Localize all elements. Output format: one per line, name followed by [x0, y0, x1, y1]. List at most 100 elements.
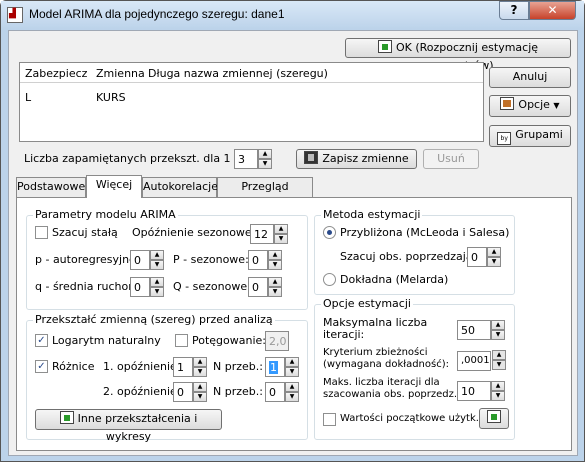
tab-basic[interactable]: Podstawowe	[16, 177, 86, 197]
max-iter-prior-value: 10	[461, 385, 475, 398]
spin-up-icon[interactable]: ▲	[150, 277, 164, 287]
help-button[interactable]: ?	[499, 1, 529, 20]
save-variables-label: Zapisz zmienne	[322, 152, 409, 165]
spin-up-icon[interactable]: ▲	[285, 357, 299, 367]
exact-method-radio[interactable]	[323, 273, 336, 286]
saved-count-spinner[interactable]: 3 ▲ ▼	[234, 149, 272, 169]
other-transforms-button[interactable]: Inne przekształcenia i wykresy	[35, 409, 222, 443]
tab-autocorrelations[interactable]: Autokorelacje	[142, 177, 218, 197]
spin-up-icon[interactable]: ▲	[492, 350, 506, 360]
spin-up-icon[interactable]: ▲	[491, 320, 505, 330]
spin-down-icon[interactable]: ▼	[268, 287, 282, 297]
spin-up-icon[interactable]: ▲	[285, 382, 299, 392]
q-spinner[interactable]: 0 ▲ ▼	[130, 277, 164, 297]
lag1-spinner[interactable]: 1 ▲ ▼	[173, 357, 207, 377]
spin-up-icon[interactable]: ▲	[491, 381, 505, 391]
n2-label: N przeb.:	[213, 385, 263, 398]
exact-method-label: Dokładna (Melarda)	[340, 273, 449, 286]
options-button[interactable]: Opcje ▼	[489, 95, 571, 117]
spin-up-icon[interactable]: ▲	[274, 224, 288, 234]
spin-up-icon[interactable]: ▲	[268, 277, 282, 287]
seasonal-lag-value: 12	[254, 228, 268, 241]
user-init-label: Wartości początkowe użytk.	[340, 413, 479, 424]
spin-up-icon[interactable]: ▲	[268, 250, 282, 260]
seasonal-P-spinner[interactable]: 0 ▲ ▼	[248, 250, 282, 270]
max-iter-value: 50	[461, 324, 475, 337]
cancel-button[interactable]: Anuluj	[489, 67, 571, 88]
diff-checkbox[interactable]: ✓	[35, 360, 48, 373]
tab-more[interactable]: Więcej	[86, 175, 142, 198]
col-long-name[interactable]: Długa nazwa zmiennej (szeregu)	[148, 67, 328, 80]
p-spinner[interactable]: 0 ▲ ▼	[130, 250, 164, 270]
groups-button[interactable]: by Grupami	[489, 125, 571, 147]
spin-down-icon[interactable]: ▼	[268, 260, 282, 270]
spin-down-icon[interactable]: ▼	[150, 287, 164, 297]
spin-down-icon[interactable]: ▼	[193, 367, 207, 377]
spin-down-icon[interactable]: ▼	[492, 360, 506, 370]
spin-down-icon[interactable]: ▼	[150, 260, 164, 270]
col-variable[interactable]: Zmienna	[96, 67, 145, 80]
spin-up-icon[interactable]: ▲	[193, 382, 207, 392]
saved-count-label: Liczba zapamiętanych przekszt. dla 1 zmn…	[24, 152, 265, 165]
max-iter-spinner[interactable]: 50 ▲ ▼	[457, 320, 505, 340]
spin-up-icon[interactable]: ▲	[258, 149, 272, 159]
seasonal-lag-spinner[interactable]: 12 ▲ ▼	[250, 224, 288, 244]
seasonal-P-value: 0	[252, 254, 259, 267]
power-spinner[interactable]: 2,0	[265, 331, 289, 351]
tab-series-review[interactable]: Przegląd szeregu	[217, 177, 313, 211]
convergence-label: Kryterium zbieżności (wymagana dokładnoś…	[323, 347, 449, 370]
title-bar[interactable]: ▟ Model ARIMA dla pojedynczego szeregu: …	[1, 1, 584, 29]
saved-count-value: 3	[238, 153, 245, 166]
convergence-spinner[interactable]: ,00010	[457, 351, 491, 371]
spin-down-icon[interactable]: ▼	[193, 392, 207, 402]
variable-list[interactable]: Zabezpiecz Zmienna Długa nazwa zmiennej …	[19, 62, 484, 142]
ok-button[interactable]: OK (Rozpocznij estymację parametrów)	[345, 38, 571, 72]
prior-obs-spinner[interactable]: 0 ▲ ▼	[467, 247, 501, 267]
run-icon	[59, 411, 74, 424]
spin-up-icon[interactable]: ▲	[487, 247, 501, 257]
seasonal-Q-spinner[interactable]: 0 ▲ ▼	[248, 277, 282, 297]
n2-spinner[interactable]: 0 ▲ ▼	[265, 382, 299, 402]
spin-down-icon[interactable]: ▼	[258, 159, 272, 169]
row-lock: L	[25, 91, 32, 104]
seasonal-P-label: P - sezonowe:	[173, 253, 249, 266]
estimate-constant-label: Szacuj stałą	[52, 226, 118, 239]
spin-down-icon[interactable]: ▼	[274, 234, 288, 244]
col-lock[interactable]: Zabezpiecz	[25, 67, 87, 80]
close-button[interactable]: ✕	[529, 1, 576, 20]
spin-down-icon[interactable]: ▼	[285, 392, 299, 402]
log-label: Logarytm naturalny	[52, 334, 161, 347]
lag1-label: 1. opóźnienie:	[103, 360, 181, 373]
convergence-arrows: ▲ ▼	[492, 350, 506, 370]
dialog-client: OK (Rozpocznij estymację parametrów) Anu…	[8, 30, 578, 456]
window-title: Model ARIMA dla pojedynczego szeregu: da…	[29, 7, 285, 21]
log-checkbox[interactable]: ✓	[35, 334, 48, 347]
spin-down-icon[interactable]: ▼	[491, 391, 505, 401]
lag2-spinner[interactable]: 0 ▲ ▼	[173, 382, 207, 402]
spin-down-icon[interactable]: ▼	[285, 367, 299, 377]
estimation-options-title: Opcje estymacji	[321, 297, 413, 310]
spin-down-icon[interactable]: ▼	[491, 330, 505, 340]
options-label: Opcje	[518, 98, 550, 111]
delete-button[interactable]: Usuń	[423, 149, 479, 169]
estimate-constant-checkbox[interactable]	[35, 226, 48, 239]
approx-method-radio[interactable]	[323, 226, 336, 239]
spin-down-icon[interactable]: ▼	[487, 257, 501, 267]
spin-up-icon[interactable]: ▲	[193, 357, 207, 367]
run-icon	[487, 410, 501, 423]
user-init-checkbox[interactable]	[323, 413, 336, 426]
spin-up-icon[interactable]: ▲	[150, 250, 164, 260]
diff-label: Różnice	[52, 360, 95, 373]
n1-spinner[interactable]: 1 ▲ ▼	[265, 357, 299, 377]
power-value: 2,0	[269, 335, 287, 348]
estimation-method-title: Metoda estymacji	[321, 208, 423, 221]
seasonal-Q-value: 0	[252, 281, 259, 294]
power-checkbox[interactable]	[175, 334, 188, 347]
estimation-method-group: Metoda estymacji Przybliżona (McLeoda i …	[314, 208, 515, 295]
estimation-options-group: Opcje estymacji Maksymalna liczba iterac…	[314, 297, 515, 440]
user-init-button[interactable]	[479, 408, 509, 429]
options-icon	[500, 97, 515, 110]
max-iter-prior-spinner[interactable]: 10 ▲ ▼	[457, 381, 505, 401]
save-variables-button[interactable]: Zapisz zmienne	[296, 149, 417, 169]
arima-params-title: Parametry modelu ARIMA	[33, 208, 178, 221]
